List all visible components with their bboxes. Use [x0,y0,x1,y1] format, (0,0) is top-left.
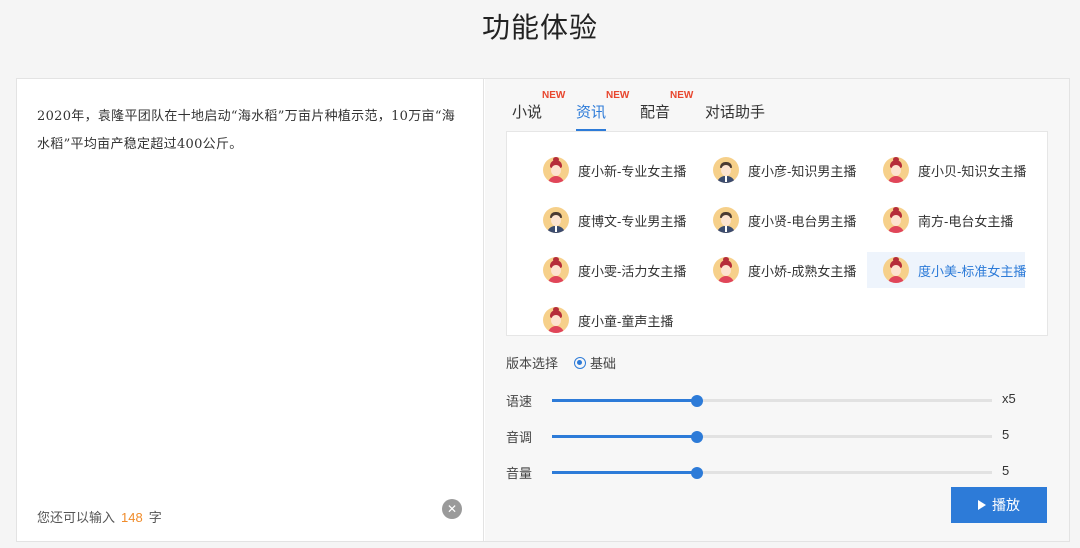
input-text[interactable]: 2020年，袁隆平团队在十地启动“海水稻”万亩片种植示范，10万亩“海水稻”平均… [37,103,457,159]
voice-name: 度小童-童声主播 [578,313,674,329]
female-avatar-icon [883,207,909,233]
tab-dialog-assistant[interactable]: 对话助手 [705,95,765,131]
radio-basic[interactable] [574,356,587,369]
voice-option[interactable]: 度小彦-知识男主播 [709,152,867,188]
slider-fill [552,471,698,474]
slider-label: 音调 [506,430,533,445]
play-button[interactable]: 播放 [951,487,1047,523]
voice-option[interactable]: 度小新-专业女主播 [539,152,697,188]
voice-name: 度小雯-活力女主播 [578,263,687,279]
slider-value: x5 [1002,391,1016,406]
pitch-slider-row: 音调 5 [506,427,1026,447]
voice-option[interactable]: 度博文-专业男主播 [539,202,697,238]
voice-name: 度小贝-知识女主播 [918,163,1027,179]
voice-option-selected[interactable]: 度小美-标准女主播 [867,252,1027,288]
volume-slider[interactable] [552,467,992,479]
tab-novel[interactable]: 小说 NEW [512,90,565,131]
female-avatar-icon [543,257,569,283]
version-select: 版本选择 基础 [506,353,616,372]
new-badge: NEW [606,90,630,101]
voice-name: 南方-电台女主播 [918,213,1014,229]
settings-area: 小说 NEW 资讯 NEW 配音 NEW 对话助手 度小新-专业女主播 度小彦-… [485,79,1069,541]
play-label: 播放 [992,497,1020,513]
speed-slider-row: 语速 x5 [506,391,1026,411]
text-input-area[interactable]: 2020年，袁隆平团队在十地启动“海水稻”万亩片种植示范，10万亩“海水稻”平均… [17,79,484,541]
version-option-label[interactable]: 基础 [590,353,616,372]
play-icon [978,500,986,510]
page-title: 功能体验 [481,11,598,44]
voice-option[interactable]: 度小贤-电台男主播 [709,202,867,238]
female-avatar-icon [543,157,569,183]
tab-label: 小说 [512,104,543,121]
slider-value: 5 [1002,463,1010,478]
tab-dubbing[interactable]: 配音 NEW [640,90,693,131]
voice-list: 度小新-专业女主播 度小彦-知识男主播 度小贝-知识女主播 度博文-专业男主播 … [506,131,1048,336]
male-avatar-icon [713,157,739,183]
slider-label: 音量 [506,466,533,481]
tts-demo-panel: 2020年，袁隆平团队在十地启动“海水稻”万亩片种植示范，10万亩“海水稻”平均… [16,78,1070,542]
remaining-suffix: 字 [148,510,162,525]
tab-label: 配音 [640,104,671,121]
voice-option[interactable]: 南方-电台女主播 [879,202,1037,238]
slider-thumb[interactable] [691,395,704,407]
slider-thumb[interactable] [691,431,704,443]
male-avatar-icon [543,207,569,233]
voice-name: 度小彦-知识男主播 [748,163,857,179]
new-badge: NEW [670,90,694,101]
voice-name: 度小娇-成熟女主播 [748,263,857,279]
tab-news[interactable]: 资讯 NEW [576,90,629,131]
slider-thumb[interactable] [691,467,704,479]
volume-slider-row: 音量 5 [506,463,1026,483]
slider-fill [552,399,698,402]
voice-name: 度小美-标准女主播 [918,263,1027,279]
slider-label: 语速 [506,394,533,409]
voice-name: 度小贤-电台男主播 [748,213,857,229]
voice-option[interactable]: 度小童-童声主播 [539,302,697,338]
child-avatar-icon [543,307,569,333]
clear-icon[interactable]: ✕ [442,499,462,519]
tab-label: 资讯 [576,104,607,121]
pitch-slider[interactable] [552,431,992,443]
new-badge: NEW [542,90,566,101]
female-avatar-icon [713,257,739,283]
voice-option[interactable]: 度小娇-成熟女主播 [709,252,867,288]
voice-option[interactable]: 度小贝-知识女主播 [879,152,1037,188]
female-avatar-icon [883,157,909,183]
female-avatar-icon [883,257,909,283]
slider-value: 5 [1002,427,1010,442]
speed-slider[interactable] [552,395,992,407]
voice-name: 度小新-专业女主播 [578,163,687,179]
voice-name: 度博文-专业男主播 [578,213,687,229]
remaining-prefix: 您还可以输入 [37,510,116,525]
voice-option[interactable]: 度小雯-活力女主播 [539,252,697,288]
tab-label: 对话助手 [705,104,766,121]
male-avatar-icon [713,207,739,233]
remaining-count: 148 [121,510,143,525]
version-label: 版本选择 [506,356,559,371]
remaining-chars: 您还可以输入 148 字 [37,507,162,526]
slider-fill [552,435,698,438]
